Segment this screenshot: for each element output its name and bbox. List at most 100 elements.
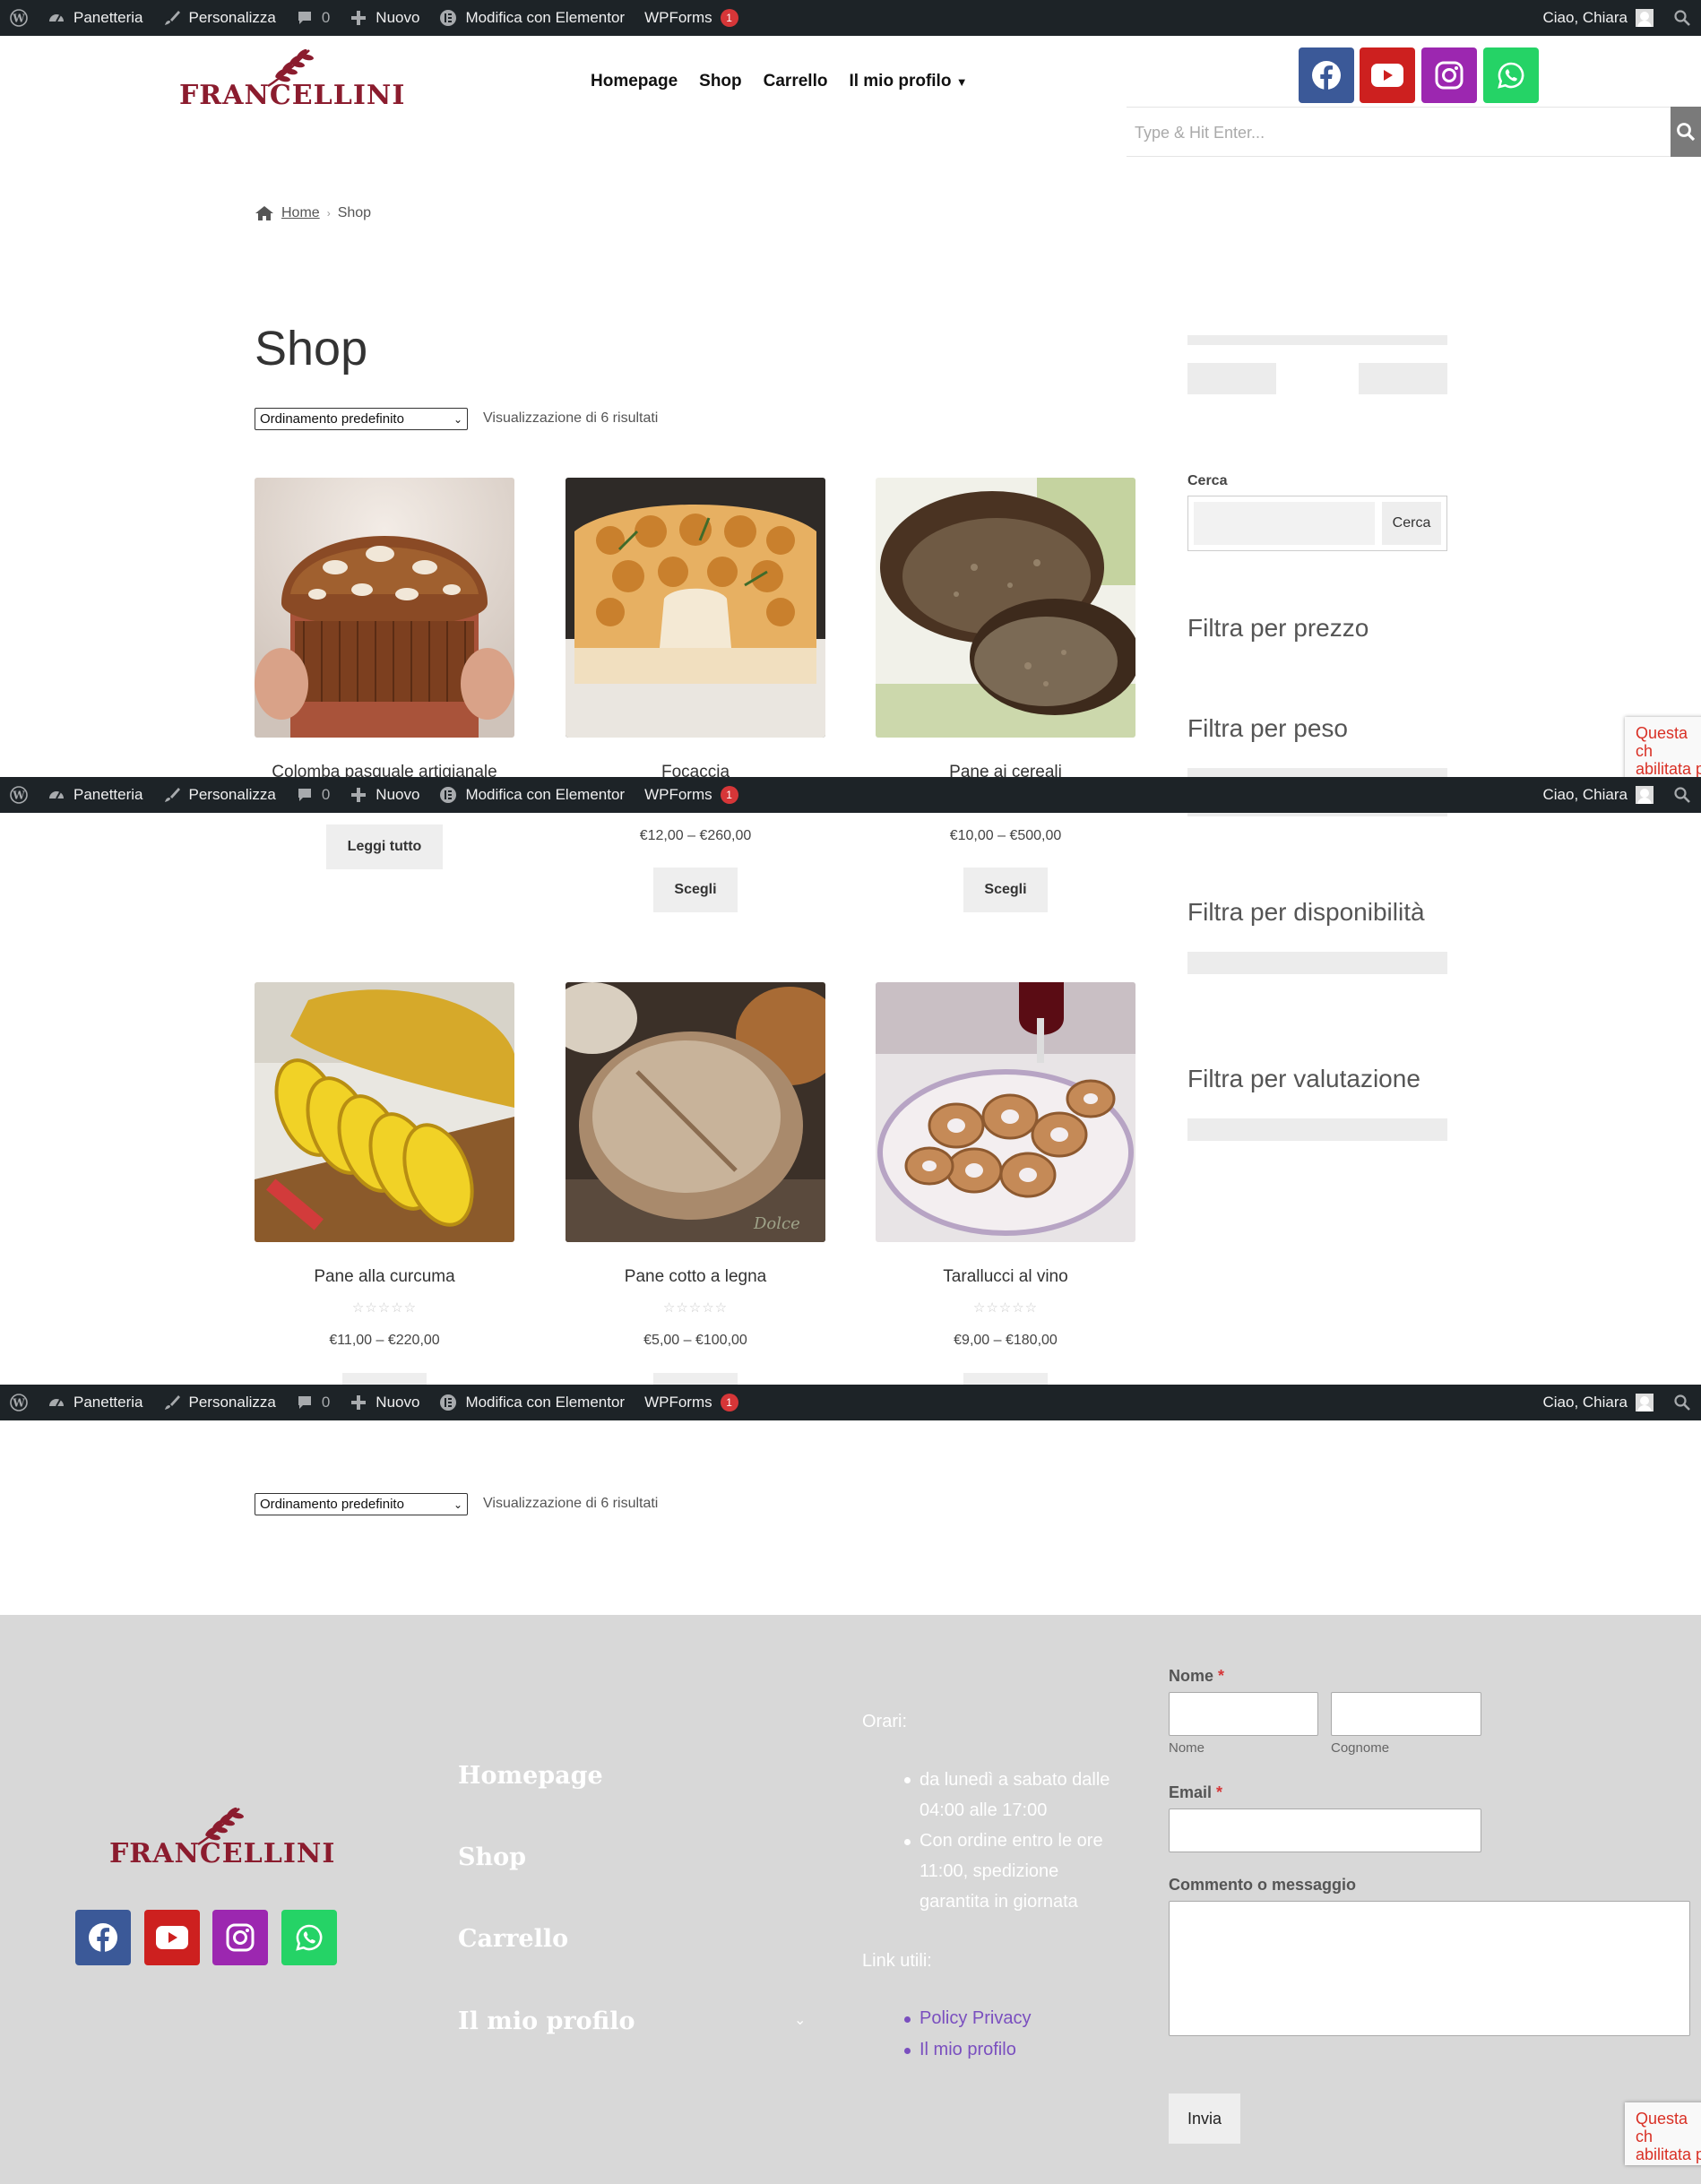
- product-price: €11,00 – €220,00: [329, 1333, 440, 1348]
- product-image-pane-cereali[interactable]: [876, 478, 1135, 738]
- new-content-menu[interactable]: Nuovo: [340, 1385, 429, 1420]
- wpforms-menu[interactable]: WPForms 1: [635, 777, 748, 813]
- comments-link[interactable]: 0: [286, 0, 340, 36]
- sidebar-search-button[interactable]: Cerca: [1382, 502, 1441, 545]
- wpforms-menu[interactable]: WPForms 1: [635, 1385, 748, 1420]
- dashboard-icon: [49, 14, 64, 22]
- product-image-colomba[interactable]: [255, 478, 514, 738]
- plus-icon: [351, 1395, 367, 1410]
- widget-skeleton: [1359, 363, 1447, 394]
- wordpress-logo-icon[interactable]: W: [0, 1385, 38, 1420]
- widget-skeleton: [1187, 768, 1447, 777]
- site-name-menu[interactable]: Panetteria: [38, 1385, 153, 1420]
- footer-logo[interactable]: FRANCELLINI: [109, 1803, 334, 1875]
- product-image-tarallucci[interactable]: [876, 982, 1135, 1242]
- elementor-icon: [440, 10, 457, 26]
- elementor-edit-link[interactable]: Modifica con Elementor: [429, 777, 635, 813]
- footer-nav-carrello[interactable]: Carrello: [458, 1925, 568, 1953]
- breadcrumb: Home › Shop: [255, 205, 371, 221]
- facebook-button[interactable]: [1299, 47, 1354, 103]
- message-textarea[interactable]: [1169, 1901, 1690, 2036]
- email-field[interactable]: [1169, 1808, 1481, 1852]
- product-image-focaccia[interactable]: [566, 478, 825, 738]
- admin-bar: W Panetteria Personalizza 0 Nuovo Modifi…: [0, 1385, 1701, 1420]
- product-image-pane-legna[interactable]: Dolce: [566, 982, 825, 1242]
- site-name-menu[interactable]: Panetteria: [38, 0, 153, 36]
- site-logo[interactable]: FRANCELLINI: [179, 45, 404, 117]
- footer-nav-profilo[interactable]: Il mio profilo: [458, 2007, 635, 2035]
- footer-nav-homepage[interactable]: Homepage: [458, 1762, 603, 1790]
- first-name-field[interactable]: [1169, 1692, 1318, 1736]
- account-menu[interactable]: Ciao, Chiara: [1533, 777, 1664, 813]
- account-menu[interactable]: Ciao, Chiara: [1533, 1385, 1664, 1420]
- footer-nav-shop[interactable]: Shop: [458, 1843, 526, 1871]
- orderby-select-bottom[interactable]: Ordinamento predefinito ⌄: [255, 1493, 468, 1515]
- site-name-menu[interactable]: Panetteria: [38, 777, 153, 813]
- nav-carrello[interactable]: Carrello: [764, 72, 828, 91]
- plus-icon: [351, 11, 367, 25]
- instagram-button[interactable]: [212, 1910, 268, 1965]
- select-options-button[interactable]: Scegli: [963, 868, 1048, 912]
- select-options-button[interactable]: [963, 1373, 1048, 1386]
- comments-link[interactable]: 0: [286, 1385, 340, 1420]
- customize-link[interactable]: Personalizza: [153, 0, 286, 36]
- comment-icon: [298, 789, 311, 801]
- privacy-policy-link[interactable]: Policy Privacy: [920, 2008, 1031, 2029]
- rating-stars: ☆☆☆☆☆: [662, 1300, 729, 1316]
- select-options-button[interactable]: Scegli: [653, 868, 738, 912]
- customize-link[interactable]: Personalizza: [153, 777, 286, 813]
- comments-link[interactable]: 0: [286, 777, 340, 813]
- admin-search-icon[interactable]: [1663, 777, 1701, 813]
- account-menu[interactable]: Ciao, Chiara: [1533, 0, 1664, 36]
- admin-search-icon[interactable]: [1663, 1385, 1701, 1420]
- caret-down-icon: ▼: [955, 75, 968, 89]
- header-search-button[interactable]: [1671, 107, 1701, 157]
- brush-icon: [164, 1395, 180, 1410]
- wordpress-logo-icon[interactable]: W: [0, 0, 38, 36]
- read-more-button[interactable]: Leggi tutto: [326, 824, 443, 869]
- product-price: €10,00 – €500,00: [949, 828, 1062, 843]
- youtube-button[interactable]: [1360, 47, 1415, 103]
- wordpress-logo-icon[interactable]: W: [0, 777, 38, 813]
- recaptcha-badge[interactable]: Questa ch abilitata p invisibile.: [1625, 2102, 1701, 2165]
- facebook-icon: [1312, 61, 1341, 91]
- first-name-sublabel: Nome: [1169, 1740, 1205, 1756]
- admin-search-icon[interactable]: [1663, 0, 1701, 36]
- youtube-button[interactable]: [144, 1910, 200, 1965]
- facebook-button[interactable]: [75, 1910, 131, 1965]
- comment-icon: [298, 12, 311, 24]
- orderby-select[interactable]: Ordinamento predefinito ⌄: [255, 408, 468, 430]
- header-search-input[interactable]: Type & Hit Enter...: [1127, 107, 1671, 157]
- profile-link[interactable]: Il mio profilo: [920, 2040, 1016, 2060]
- chevron-down-icon[interactable]: ⌄: [794, 2011, 806, 2029]
- new-content-menu[interactable]: Nuovo: [340, 0, 429, 36]
- elementor-edit-link[interactable]: Modifica con Elementor: [429, 0, 635, 36]
- last-name-sublabel: Cognome: [1331, 1740, 1390, 1756]
- last-name-field[interactable]: [1331, 1692, 1481, 1736]
- product-title[interactable]: Tarallucci al vino: [876, 1267, 1135, 1287]
- elementor-edit-link[interactable]: Modifica con Elementor: [429, 1385, 635, 1420]
- notification-badge: 1: [720, 1394, 738, 1411]
- whatsapp-button[interactable]: [281, 1910, 337, 1965]
- select-options-button[interactable]: [342, 1373, 427, 1386]
- nav-profilo[interactable]: Il mio profilo ▼: [849, 72, 967, 91]
- nav-homepage[interactable]: Homepage: [591, 72, 678, 91]
- new-content-menu[interactable]: Nuovo: [340, 777, 429, 813]
- widget-skeleton: [1187, 813, 1447, 816]
- instagram-button[interactable]: [1421, 47, 1477, 103]
- product-title[interactable]: Pane alla curcuma: [255, 1267, 514, 1287]
- product-image-curcuma[interactable]: [255, 982, 514, 1242]
- focaccia-photo: [566, 478, 825, 738]
- product-price: €5,00 – €100,00: [643, 1333, 747, 1348]
- whatsapp-button[interactable]: [1483, 47, 1539, 103]
- product-title[interactable]: Pane cotto a legna: [566, 1267, 825, 1287]
- select-options-button[interactable]: [653, 1373, 738, 1386]
- nav-shop[interactable]: Shop: [699, 72, 742, 91]
- submit-button[interactable]: Invia: [1169, 2093, 1240, 2144]
- sidebar-search-input[interactable]: [1194, 502, 1375, 545]
- customize-link[interactable]: Personalizza: [153, 1385, 286, 1420]
- wpforms-menu[interactable]: WPForms 1: [635, 0, 748, 36]
- breadcrumb-home-link[interactable]: Home: [281, 205, 320, 221]
- recaptcha-badge[interactable]: Questa ch abilitata p invisibile.: [1625, 717, 1701, 780]
- notification-badge: 1: [720, 9, 738, 27]
